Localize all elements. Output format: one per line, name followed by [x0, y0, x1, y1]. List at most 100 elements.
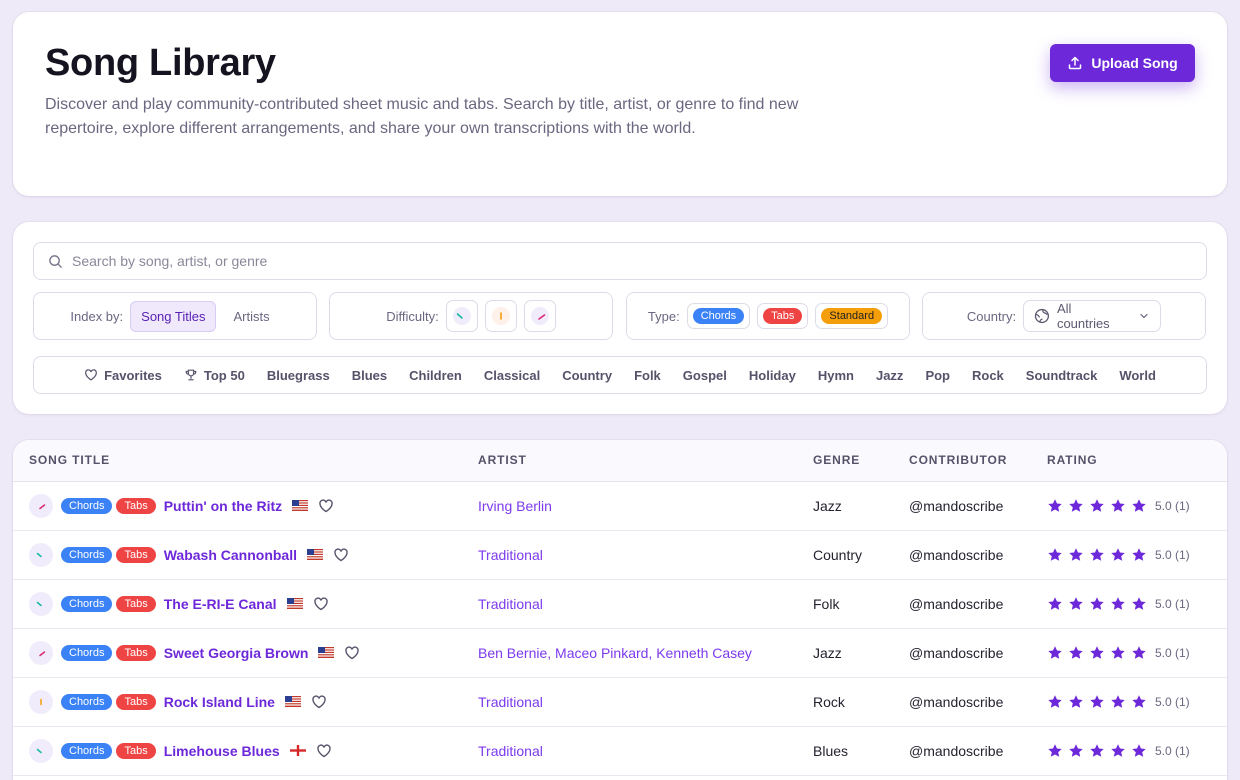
- genre-cell: Jazz: [813, 497, 842, 514]
- artist-link[interactable]: Traditional: [478, 694, 543, 710]
- artist-link[interactable]: Irving Berlin: [478, 498, 552, 514]
- song-title-cell: Chords Tabs Limehouse Blues: [13, 726, 478, 775]
- artist-cell: Traditional: [478, 530, 813, 579]
- genre-hymn[interactable]: Hymn: [807, 368, 865, 383]
- rating-value: 5.0 (1): [1155, 547, 1190, 562]
- page-description: Discover and play community-contributed …: [45, 96, 799, 137]
- rating-value: 5.0 (1): [1155, 743, 1190, 758]
- index-by-label: Index by:: [70, 308, 124, 324]
- table-row[interactable]: Chords Tabs The E-RI-E Canal Traditional Fol…: [13, 579, 1227, 628]
- artist-link[interactable]: Traditional: [478, 743, 543, 759]
- genre-folk[interactable]: Folk: [623, 368, 672, 383]
- difficulty-indicator: [29, 591, 53, 616]
- star-icon: [1090, 498, 1104, 512]
- column-header-contributor[interactable]: CONTRIBUTOR: [909, 440, 1047, 482]
- index-option-artists[interactable]: Artists: [223, 302, 279, 331]
- genre-holiday[interactable]: Holiday: [738, 368, 807, 383]
- table-row[interactable]: Chords Tabs Limehouse Blues Traditional Blue…: [13, 726, 1227, 775]
- type-standard-button[interactable]: Standard: [815, 303, 889, 329]
- type-tabs-button[interactable]: Tabs: [757, 303, 809, 329]
- chords-tag: Chords: [61, 742, 113, 759]
- upload-icon: [1069, 56, 1082, 70]
- star-icon: [1111, 645, 1125, 659]
- index-option-song-titles[interactable]: Song Titles: [130, 300, 217, 332]
- song-title-link[interactable]: Wabash Cannonball: [164, 547, 297, 563]
- artist-link[interactable]: Traditional: [478, 596, 543, 612]
- difficulty-indicator: [29, 640, 53, 665]
- genre-label: Favorites: [104, 367, 162, 383]
- difficulty-easy-button[interactable]: [445, 300, 478, 332]
- difficulty-intermediate-button[interactable]: [484, 300, 517, 332]
- heart-icon[interactable]: [313, 596, 329, 612]
- contributor-cell: @mandoscribe: [909, 546, 1004, 563]
- table-row[interactable]: Chords Tabs Wabash Cannonball Traditional Co…: [13, 530, 1227, 579]
- heart-icon[interactable]: [318, 498, 334, 514]
- table-row[interactable]: Chords Tabs Sweet Georgia Brown Ben Bernie,…: [13, 628, 1227, 677]
- column-header-artist[interactable]: ARTIST: [478, 440, 813, 482]
- star-icon: [1048, 645, 1062, 659]
- genre-pop[interactable]: Pop: [914, 368, 961, 383]
- country-label: Country:: [966, 308, 1017, 324]
- star-icon: [1048, 498, 1062, 512]
- song-title-link[interactable]: The E-RI-E Canal: [164, 596, 277, 612]
- heart-icon[interactable]: [333, 547, 349, 563]
- artist-link[interactable]: Ben Bernie, Maceo Pinkard, Kenneth Casey: [478, 645, 752, 661]
- heart-icon[interactable]: [316, 743, 332, 759]
- contributor-cell: @mandoscribe: [909, 693, 1004, 710]
- chords-tag: Chords: [61, 497, 113, 514]
- genre-world[interactable]: World: [1108, 368, 1167, 383]
- type-label: Type:: [647, 308, 680, 324]
- heart-icon[interactable]: [311, 694, 327, 710]
- genre-soundtrack[interactable]: Soundtrack: [1015, 368, 1109, 383]
- difficulty-hard-button[interactable]: [523, 300, 556, 332]
- genre-classical[interactable]: Classical: [473, 368, 551, 383]
- column-header-song-title[interactable]: SONG TITLE: [13, 440, 478, 482]
- song-title-link[interactable]: Rock Island Line: [164, 694, 275, 710]
- country-select[interactable]: All countries: [1023, 300, 1162, 332]
- genre-rock[interactable]: Rock: [961, 368, 1015, 383]
- rating-value: 5.0 (1): [1155, 498, 1190, 513]
- column-header-genre[interactable]: GENRE: [813, 440, 909, 482]
- contributor-cell: @mandoscribe: [909, 644, 1004, 661]
- us-flag-icon: [318, 647, 335, 658]
- star-icon: [1132, 743, 1146, 757]
- genre-country[interactable]: Country: [551, 368, 623, 383]
- genre-favorites[interactable]: Favorites: [73, 368, 173, 383]
- genre-blues[interactable]: Blues: [341, 368, 398, 383]
- genre-bluegrass[interactable]: Bluegrass: [256, 368, 341, 383]
- star-icon: [1132, 596, 1146, 610]
- search-box[interactable]: [33, 242, 1207, 280]
- table-row[interactable]: Chords Tabs Puttin' on the Ritz Irving Berl…: [13, 481, 1227, 530]
- star-icon: [1111, 743, 1125, 757]
- table-row[interactable]: Chords Tabs Rock Island Line Traditional Roc…: [13, 677, 1227, 726]
- globe-icon: [1034, 308, 1050, 324]
- heart-icon[interactable]: [344, 645, 360, 661]
- genre-jazz[interactable]: Jazz: [865, 368, 914, 383]
- rating-value: 5.0 (1): [1155, 596, 1190, 611]
- type-chords-button[interactable]: Chords: [686, 303, 751, 329]
- tabs-tag: Tabs: [116, 595, 156, 612]
- search-input[interactable]: [72, 253, 1206, 269]
- column-header-rating[interactable]: RATING: [1047, 440, 1227, 482]
- artist-cell: Traditional: [478, 726, 813, 775]
- genre-top-50[interactable]: Top 50: [173, 368, 256, 383]
- us-flag-icon: [292, 500, 309, 511]
- artist-link[interactable]: Traditional: [478, 547, 543, 563]
- song-title-link[interactable]: Limehouse Blues: [164, 743, 280, 759]
- contributor-cell: @mandoscribe: [909, 595, 1004, 612]
- us-flag-icon: [284, 696, 301, 707]
- star-icon: [1090, 645, 1104, 659]
- chevron-down-icon: [1140, 313, 1148, 319]
- upload-song-button[interactable]: Upload Song: [1050, 44, 1195, 82]
- star-icon: [1048, 596, 1062, 610]
- genre-gospel[interactable]: Gospel: [672, 368, 738, 383]
- tabs-tag: Tabs: [116, 742, 156, 759]
- tabs-tag: Tabs: [116, 644, 156, 661]
- song-title-link[interactable]: Puttin' on the Ritz: [164, 498, 282, 514]
- genre-children[interactable]: Children: [398, 368, 473, 383]
- rating-cell: 5.0 (1): [1047, 579, 1227, 628]
- index-by-group: Index by: Song Titles Artists: [33, 292, 317, 340]
- song-title-cell: Chords Tabs Puttin' on the Ritz: [13, 481, 478, 530]
- page-title: Song Library: [45, 42, 276, 84]
- song-title-link[interactable]: Sweet Georgia Brown: [164, 645, 309, 661]
